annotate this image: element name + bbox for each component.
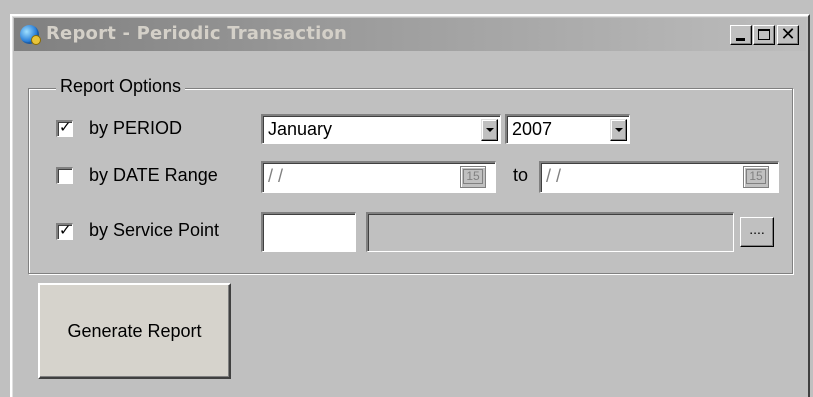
maximize-button[interactable] [753, 25, 775, 45]
service-point-name-field [366, 212, 734, 252]
report-options-label: Report Options [56, 76, 186, 97]
browse-service-point-button[interactable]: .... [740, 217, 774, 247]
calendar-icon: 15 [746, 169, 766, 184]
close-button[interactable]: ✕ [777, 24, 799, 45]
calendar-icon: 15 [463, 169, 483, 184]
globe-app-icon [20, 25, 41, 45]
title-bar[interactable]: Report - Periodic Transaction ✕ [14, 18, 806, 51]
by-period-label: by PERIOD [89, 118, 183, 138]
by-period-checkbox[interactable]: ✓ [56, 118, 73, 137]
generate-report-button[interactable]: Generate Report [38, 283, 231, 379]
month-select[interactable]: January [261, 114, 501, 144]
checkmark-icon: ✓ [59, 221, 72, 239]
by-service-point-checkbox[interactable]: ✓ [56, 221, 73, 240]
service-point-code-field[interactable] [261, 212, 356, 252]
month-dropdown-button[interactable] [481, 119, 498, 141]
by-date-range-label: by DATE Range [89, 165, 218, 185]
close-icon: ✕ [780, 24, 796, 45]
by-service-point-label: by Service Point [89, 220, 220, 240]
minimize-button[interactable] [730, 25, 752, 45]
to-label: to [513, 165, 529, 185]
date-to-calendar-button[interactable]: 15 [743, 166, 769, 188]
window-title: Report - Periodic Transaction [46, 23, 348, 44]
date-from-calendar-button[interactable]: 15 [460, 166, 486, 188]
year-dropdown-button[interactable] [610, 119, 627, 141]
by-date-range-checkbox[interactable] [56, 167, 73, 184]
checkmark-icon: ✓ [59, 118, 72, 136]
